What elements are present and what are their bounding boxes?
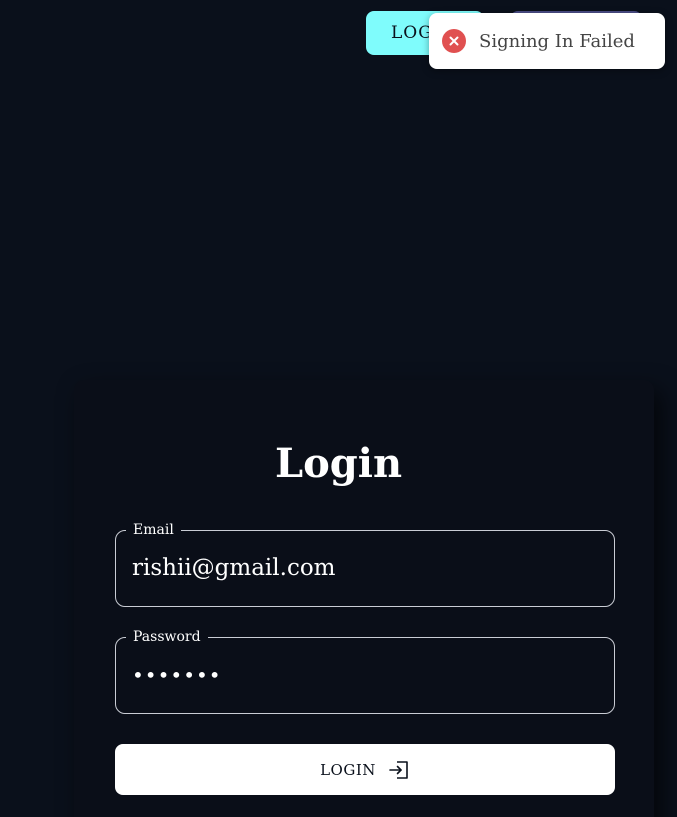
password-input[interactable]: ••••••• [132,663,222,687]
page: LOGIN Signing In Failed Login Email rish… [0,0,677,817]
error-toast: Signing In Failed [429,13,665,69]
login-icon [388,760,410,780]
login-submit-label: LOGIN [320,760,376,779]
email-input[interactable]: rishii@gmail.com [132,555,336,581]
password-field[interactable]: Password ••••••• [115,628,615,714]
toast-message: Signing In Failed [479,30,635,52]
error-x-icon [442,29,466,53]
email-field[interactable]: Email rishii@gmail.com [115,521,615,607]
login-submit-button[interactable]: LOGIN [115,744,615,795]
login-title: Login [274,440,403,487]
password-label: Password [126,628,208,646]
email-label: Email [126,521,181,539]
